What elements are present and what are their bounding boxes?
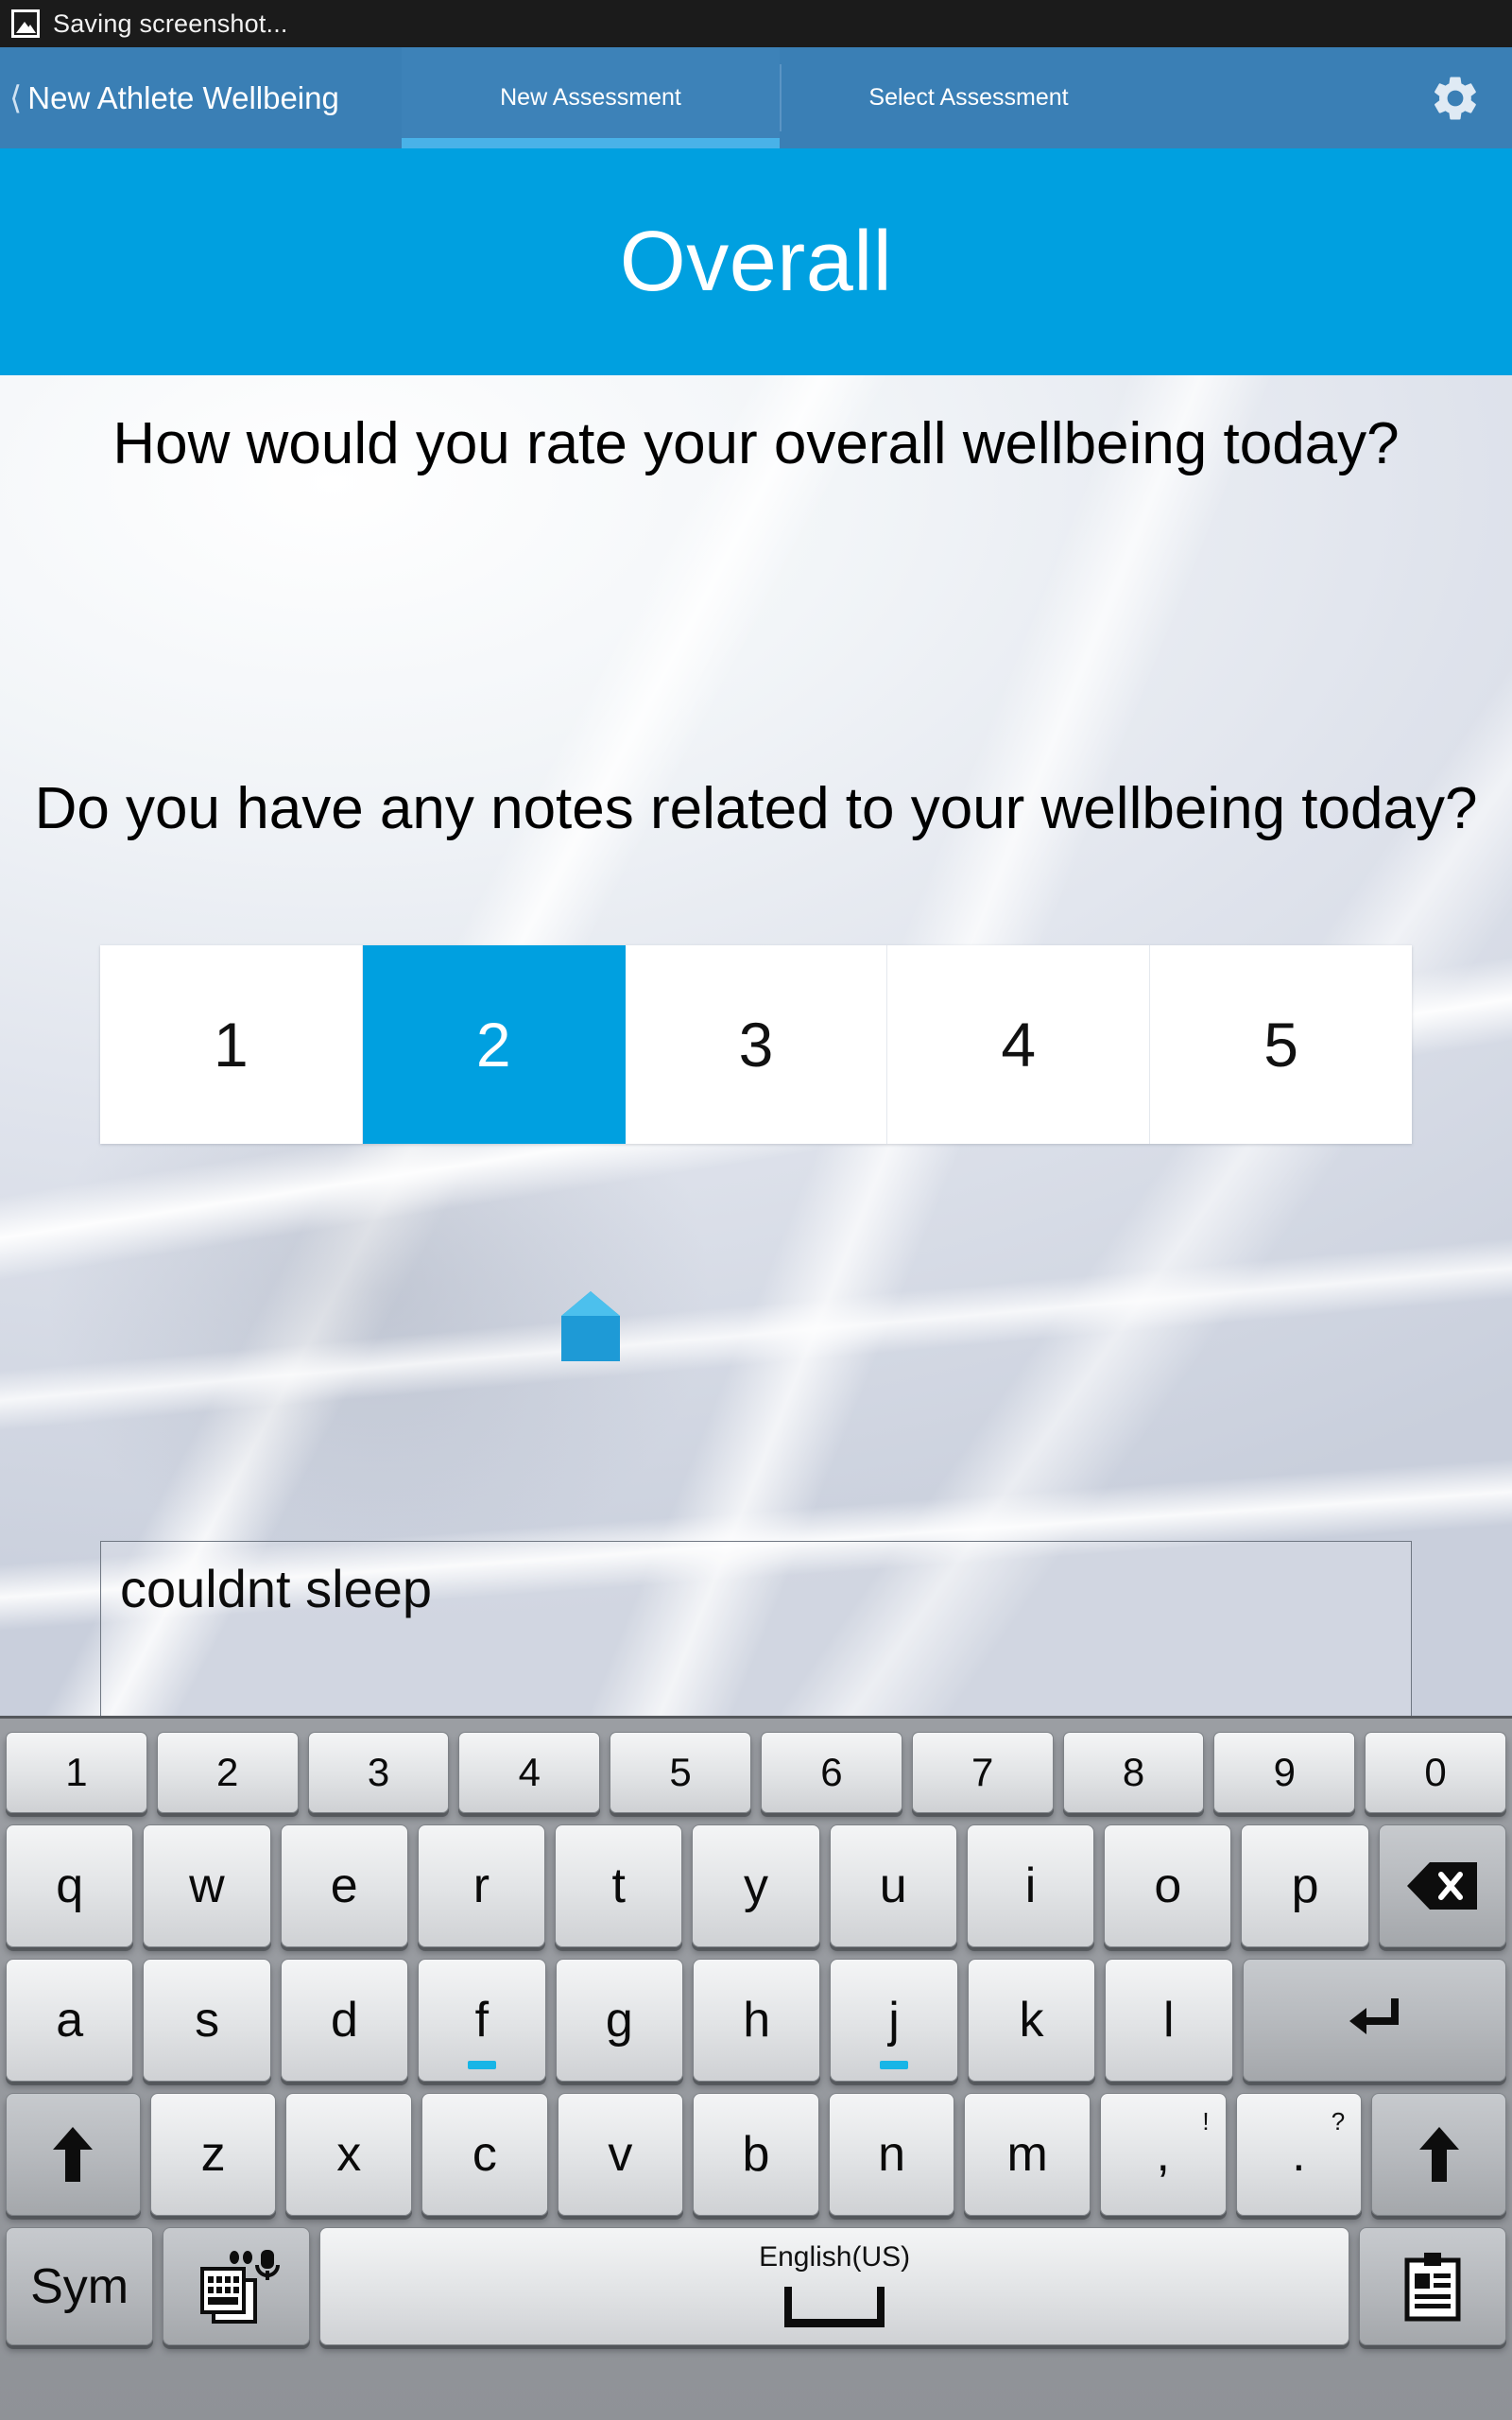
key-comma-label: , xyxy=(1156,2127,1170,2182)
key-x[interactable]: x xyxy=(285,2093,413,2216)
key-1[interactable]: 1 xyxy=(6,1732,147,1813)
keyboard-row-numbers: 1 2 3 4 5 6 7 8 9 0 xyxy=(6,1732,1506,1813)
tab-select-assessment[interactable]: Select Assessment xyxy=(780,47,1158,148)
key-y[interactable]: y xyxy=(692,1824,820,1947)
key-i[interactable]: i xyxy=(966,1824,1095,1947)
key-t[interactable]: t xyxy=(555,1824,683,1947)
page-title: Overall xyxy=(619,214,893,309)
on-screen-keyboard: 1 2 3 4 5 6 7 8 9 0 q w e r t y u i o p xyxy=(0,1716,1512,2420)
shift-up-arrow-icon xyxy=(1418,2127,1459,2182)
key-2[interactable]: 2 xyxy=(156,1732,299,1813)
rating-option-4[interactable]: 4 xyxy=(887,945,1151,1144)
navigation-bar: ⟨ New Athlete Wellbeing New Assessment S… xyxy=(0,47,1512,148)
key-j-label: j xyxy=(888,1993,900,2048)
key-q[interactable]: q xyxy=(6,1824,134,1947)
notes-input[interactable]: couldnt sleep xyxy=(100,1541,1412,1716)
key-period[interactable]: . ? xyxy=(1235,2093,1363,2216)
back-button[interactable]: ⟨ New Athlete Wellbeing xyxy=(0,47,402,148)
rating-segmented-control[interactable]: 1 2 3 4 5 xyxy=(100,945,1412,1144)
keyboard-row-bottom: Sym English(US) xyxy=(6,2227,1507,2345)
backspace-icon xyxy=(1407,1862,1478,1910)
key-4[interactable]: 4 xyxy=(458,1732,601,1813)
screen: Saving screenshot... ⟨ New Athlete Wellb… xyxy=(0,0,1512,2420)
image-icon xyxy=(11,9,40,38)
key-z[interactable]: z xyxy=(149,2093,277,2216)
home-row-indicator-icon xyxy=(880,2061,909,2069)
key-j[interactable]: j xyxy=(830,1959,958,2082)
tab-new-assessment-label: New Assessment xyxy=(500,84,681,111)
key-comma-alt-label: ! xyxy=(1202,2107,1210,2135)
key-m[interactable]: m xyxy=(964,2093,1091,2216)
key-h[interactable]: h xyxy=(692,1959,821,2082)
chevron-left-icon: ⟨ xyxy=(9,79,23,116)
key-e[interactable]: e xyxy=(280,1824,408,1947)
key-w[interactable]: w xyxy=(143,1824,271,1947)
text-cursor-handle-icon[interactable] xyxy=(561,1291,620,1361)
tab-new-assessment[interactable]: New Assessment xyxy=(402,47,780,148)
key-period-label: . xyxy=(1292,2127,1306,2182)
key-period-alt-label: ? xyxy=(1331,2107,1346,2135)
gear-icon xyxy=(1435,77,1476,119)
keyboard-row-qwerty: q w e r t y u i o p xyxy=(6,1824,1506,1947)
page-title-band: Overall xyxy=(0,148,1512,375)
main-content: How would you rate your overall wellbein… xyxy=(0,375,1512,1716)
status-bar: Saving screenshot... xyxy=(0,0,1512,47)
key-clipboard[interactable] xyxy=(1358,2227,1507,2345)
key-f[interactable]: f xyxy=(418,1959,546,2082)
rating-option-5[interactable]: 5 xyxy=(1150,945,1412,1144)
key-v[interactable]: v xyxy=(557,2093,684,2216)
keyboard-row-zxcv: z x c v b n m , ! . ? xyxy=(6,2093,1506,2216)
rating-option-2[interactable]: 2 xyxy=(362,945,626,1144)
spacebar-glyph xyxy=(784,2286,885,2327)
key-6[interactable]: 6 xyxy=(761,1732,902,1813)
key-o[interactable]: o xyxy=(1104,1824,1232,1947)
keyboard-language-label: English(US) xyxy=(759,2240,911,2273)
key-3[interactable]: 3 xyxy=(307,1732,450,1813)
key-d[interactable]: d xyxy=(280,1959,409,2082)
rating-option-1[interactable]: 1 xyxy=(100,945,363,1144)
keyboard-row-home: a s d f g h j k l xyxy=(6,1959,1506,2082)
tab-select-assessment-label: Select Assessment xyxy=(868,84,1069,111)
key-g[interactable]: g xyxy=(555,1959,683,2082)
key-input-method[interactable] xyxy=(163,2227,311,2345)
key-5[interactable]: 5 xyxy=(610,1732,751,1813)
key-r[interactable]: r xyxy=(417,1824,546,1947)
enter-icon xyxy=(1349,1998,1400,2034)
key-b[interactable]: b xyxy=(693,2093,819,2216)
key-comma[interactable]: , ! xyxy=(1099,2093,1227,2216)
key-p[interactable]: p xyxy=(1241,1824,1369,1947)
home-row-indicator-icon xyxy=(467,2061,496,2069)
key-9[interactable]: 9 xyxy=(1213,1732,1356,1813)
back-button-label: New Athlete Wellbeing xyxy=(27,79,339,115)
key-shift-left[interactable] xyxy=(6,2093,141,2216)
notes-input-value: couldnt sleep xyxy=(120,1559,433,1618)
key-shift-right[interactable] xyxy=(1371,2093,1506,2216)
key-f-label: f xyxy=(474,1993,490,2048)
key-c[interactable]: c xyxy=(421,2093,548,2216)
settings-button[interactable] xyxy=(1399,47,1512,148)
key-a[interactable]: a xyxy=(6,1959,134,2082)
rating-option-3[interactable]: 3 xyxy=(625,945,888,1144)
key-0[interactable]: 0 xyxy=(1365,1732,1506,1813)
key-backspace[interactable] xyxy=(1378,1824,1506,1947)
shift-up-arrow-icon xyxy=(53,2127,94,2182)
key-sym[interactable]: Sym xyxy=(6,2227,154,2345)
key-8[interactable]: 8 xyxy=(1062,1732,1205,1813)
keyboard-mic-switch-icon xyxy=(200,2249,281,2324)
key-l[interactable]: l xyxy=(1105,1959,1233,2082)
key-space[interactable]: English(US) xyxy=(319,2227,1349,2345)
key-n[interactable]: n xyxy=(828,2093,955,2216)
question-overall-rating: How would you rate your overall wellbein… xyxy=(112,411,1400,476)
key-enter[interactable] xyxy=(1242,1959,1506,2082)
clipboard-icon xyxy=(1404,2252,1461,2321)
key-k[interactable]: k xyxy=(967,1959,1096,2082)
key-s[interactable]: s xyxy=(143,1959,271,2082)
key-u[interactable]: u xyxy=(829,1824,957,1947)
question-notes: Do you have any notes related to your we… xyxy=(34,776,1478,841)
key-7[interactable]: 7 xyxy=(911,1732,1054,1813)
status-bar-text: Saving screenshot... xyxy=(53,9,288,38)
